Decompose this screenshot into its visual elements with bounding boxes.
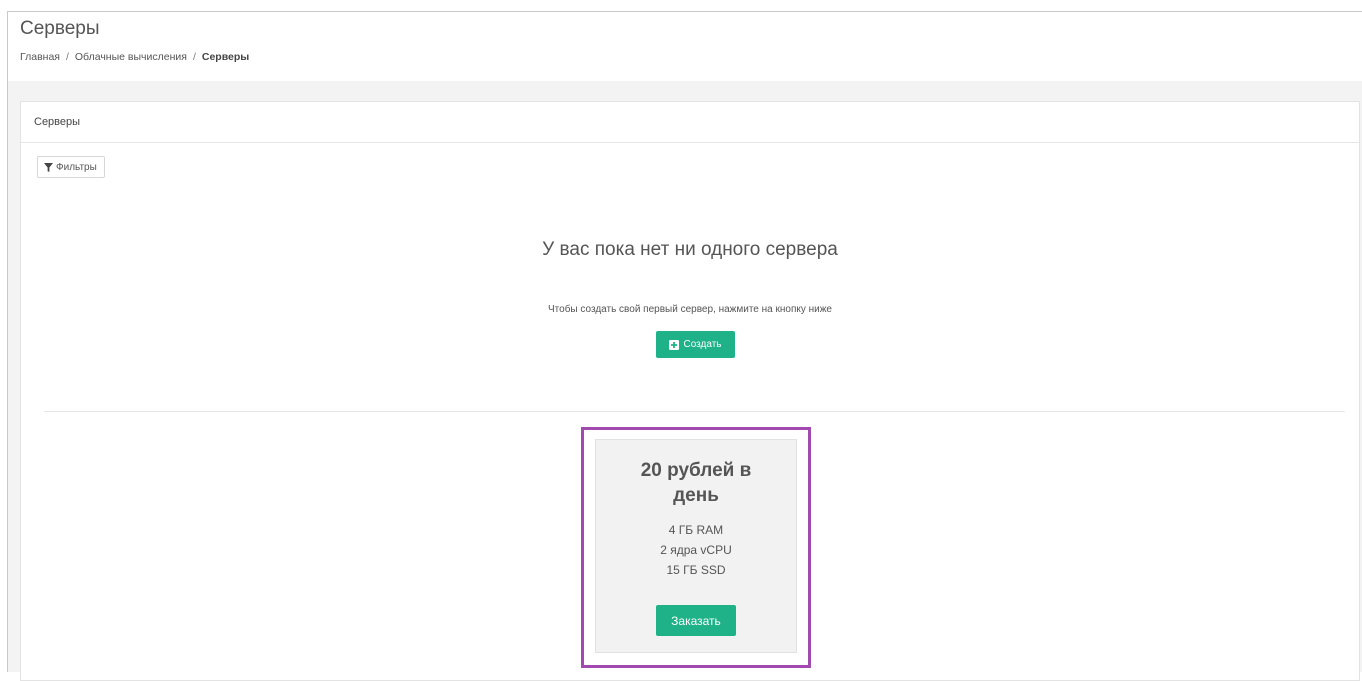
tariff-spec-ram: 4 ГБ RAM: [668, 523, 724, 537]
breadcrumb-current: Серверы: [201, 51, 250, 63]
order-button[interactable]: Заказать: [656, 605, 736, 636]
tariff-price: 20 рублей в день: [640, 460, 752, 506]
filters-button[interactable]: Фильтры: [37, 156, 105, 178]
breadcrumb-home-link[interactable]: Главная: [20, 51, 60, 63]
tariff-specs: 4 ГБ RAM 2 ядра vCPU 15 ГБ SSD: [596, 520, 796, 580]
create-button-label: Создать: [683, 339, 722, 350]
breadcrumb-separator: /: [65, 51, 69, 63]
empty-state-title: У вас пока нет ни одного сервера: [542, 239, 838, 260]
empty-state-hint: Чтобы создать свой первый сервер, нажмит…: [548, 304, 832, 315]
breadcrumb-separator: /: [192, 51, 196, 63]
tariff-spec-cpu: 2 ядра vCPU: [660, 543, 732, 557]
page-header: Серверы Главная / Облачные вычисления / …: [8, 12, 1362, 81]
servers-panel: Серверы Фильтры У вас пока нет ни одного…: [20, 101, 1360, 681]
panel-title: Серверы: [34, 116, 81, 128]
section-divider: [44, 411, 1345, 412]
breadcrumb: Главная / Облачные вычисления / Серверы: [20, 51, 249, 63]
plus-square-icon: [669, 339, 680, 350]
filters-button-label: Фильтры: [56, 161, 97, 173]
create-server-button[interactable]: Создать: [656, 331, 735, 358]
tariff-card: 20 рублей в день 4 ГБ RAM 2 ядра vCPU 15…: [595, 439, 797, 653]
app-frame: Серверы Главная / Облачные вычисления / …: [7, 11, 1362, 681]
panel-heading: Серверы: [21, 102, 1359, 143]
tariff-spec-disk: 15 ГБ SSD: [666, 563, 726, 577]
breadcrumb-cloud-link[interactable]: Облачные вычисления: [75, 51, 187, 63]
filter-icon: [44, 162, 53, 172]
page-title: Серверы: [20, 18, 100, 39]
